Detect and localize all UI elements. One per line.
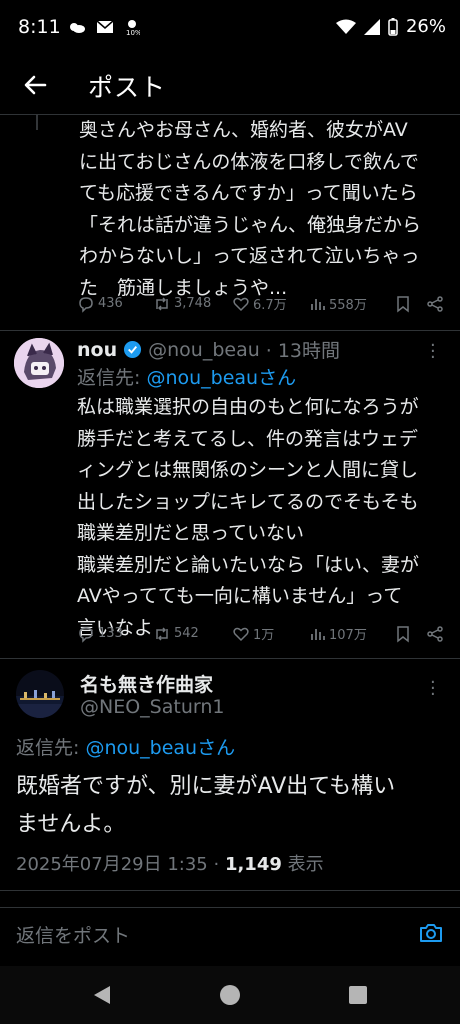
nav-home-icon[interactable] bbox=[219, 984, 241, 1006]
display-name[interactable]: 名も無き作曲家 bbox=[80, 670, 213, 697]
reply-to-label: 返信先: bbox=[77, 367, 147, 389]
repost-button[interactable]: 3,748 bbox=[153, 295, 232, 313]
nav-back-icon[interactable] bbox=[92, 984, 112, 1006]
post-text: 既婚者ですが、別に妻がAV出ても構い ませんよ。 bbox=[16, 774, 396, 837]
heart-icon bbox=[233, 297, 249, 311]
night-city-avatar-image bbox=[16, 670, 64, 718]
share-icon bbox=[427, 625, 443, 642]
post-date: 2025年07月29日 1:35 · bbox=[16, 854, 225, 875]
repost-count: 542 bbox=[174, 626, 199, 641]
bookmark-button[interactable] bbox=[394, 295, 426, 313]
battery-icon bbox=[388, 17, 398, 36]
post-view-count: 1,149 bbox=[224, 854, 282, 875]
bookmark-icon bbox=[397, 625, 409, 643]
view-count: 558万 bbox=[329, 298, 367, 313]
back-arrow-icon[interactable] bbox=[20, 70, 50, 100]
like-count: 1万 bbox=[253, 628, 275, 643]
reply-to-link[interactable]: @nou_beauさん bbox=[146, 367, 296, 389]
battery-level: 26% bbox=[405, 16, 446, 37]
bookmark-button[interactable] bbox=[394, 625, 426, 643]
share-icon bbox=[427, 295, 443, 312]
post-actions: 436 3,748 6.7万 558万 bbox=[77, 294, 447, 313]
camera-icon[interactable] bbox=[418, 920, 444, 946]
post-text: 奥さんやお母さん、婚約者、彼女がAV に出ておじさんの体液を口移しで飲んで ても… bbox=[79, 119, 422, 299]
reply-to-label: 返信先: bbox=[16, 737, 86, 759]
more-options-icon[interactable]: · · · bbox=[430, 337, 436, 367]
heart-icon bbox=[233, 627, 249, 641]
anime-avatar-image bbox=[14, 338, 64, 388]
signal-icon bbox=[363, 18, 380, 35]
pollen-icon: 10% bbox=[126, 20, 140, 36]
avatar[interactable] bbox=[14, 338, 64, 388]
repost-icon bbox=[156, 296, 168, 311]
system-nav-bar bbox=[0, 966, 460, 1024]
post-text: 私は職業選択の自由のもと何になろうが 勝手だと考えてるし、件の発言はウェデ ィン… bbox=[77, 396, 420, 639]
reply-count: 436 bbox=[98, 296, 123, 311]
reply-input[interactable]: 返信をポスト bbox=[16, 921, 130, 948]
share-button[interactable] bbox=[426, 625, 444, 643]
share-button[interactable] bbox=[426, 295, 444, 313]
repost-count: 3,748 bbox=[174, 296, 212, 311]
wifi-icon bbox=[335, 19, 356, 34]
divider bbox=[0, 907, 460, 908]
user-handle[interactable]: @NEO_Saturn1 bbox=[80, 696, 224, 718]
page-title: ポスト bbox=[88, 73, 167, 102]
repost-icon bbox=[156, 626, 168, 641]
weather-icon bbox=[70, 23, 85, 33]
notification-icons: 10% bbox=[68, 18, 140, 36]
post-header: nou @nou_beau · 13時間 bbox=[77, 336, 340, 363]
divider bbox=[0, 658, 460, 659]
status-bar: 8:11 10% 26% bbox=[0, 0, 460, 56]
display-name[interactable]: nou bbox=[77, 339, 117, 361]
views-button[interactable]: 107万 bbox=[308, 624, 394, 643]
nav-recents-icon[interactable] bbox=[348, 985, 368, 1005]
post-meta: 2025年07月29日 1:35 · 1,149 表示 bbox=[16, 850, 324, 876]
reply-icon bbox=[79, 626, 93, 643]
user-handle[interactable]: @nou_beau bbox=[148, 339, 260, 361]
reply-to: 返信先: @nou_beauさん bbox=[77, 363, 296, 390]
views-icon bbox=[311, 628, 325, 640]
reply-to-link[interactable]: @nou_beauさん bbox=[85, 737, 235, 759]
post-view-label: 表示 bbox=[281, 854, 324, 875]
status-time: 8:11 bbox=[18, 16, 61, 38]
reply-to: 返信先: @nou_beauさん bbox=[16, 733, 235, 760]
reply-count: 133 bbox=[98, 626, 123, 641]
post-time: · 13時間 bbox=[265, 340, 341, 362]
verified-badge-icon bbox=[124, 340, 142, 359]
divider bbox=[0, 330, 460, 331]
like-count: 6.7万 bbox=[253, 298, 287, 313]
svg-text:10%: 10% bbox=[126, 29, 140, 36]
views-icon bbox=[311, 298, 325, 310]
thread-line bbox=[36, 114, 38, 130]
like-button[interactable]: 6.7万 bbox=[232, 294, 308, 313]
post-actions: 133 542 1万 107万 bbox=[77, 624, 447, 643]
reply-icon bbox=[79, 296, 93, 313]
reply-button[interactable]: 133 bbox=[77, 625, 153, 643]
bookmark-icon bbox=[397, 295, 409, 313]
view-count: 107万 bbox=[329, 628, 367, 643]
more-options-icon[interactable]: · · · bbox=[430, 674, 436, 704]
views-button[interactable]: 558万 bbox=[308, 294, 394, 313]
divider bbox=[0, 890, 460, 891]
top-bar: ポスト bbox=[0, 56, 460, 115]
avatar[interactable] bbox=[16, 670, 64, 718]
mail-icon bbox=[96, 20, 114, 33]
like-button[interactable]: 1万 bbox=[232, 624, 308, 643]
system-icons: 26% bbox=[335, 16, 446, 37]
reply-button[interactable]: 436 bbox=[77, 295, 153, 313]
repost-button[interactable]: 542 bbox=[153, 625, 232, 643]
